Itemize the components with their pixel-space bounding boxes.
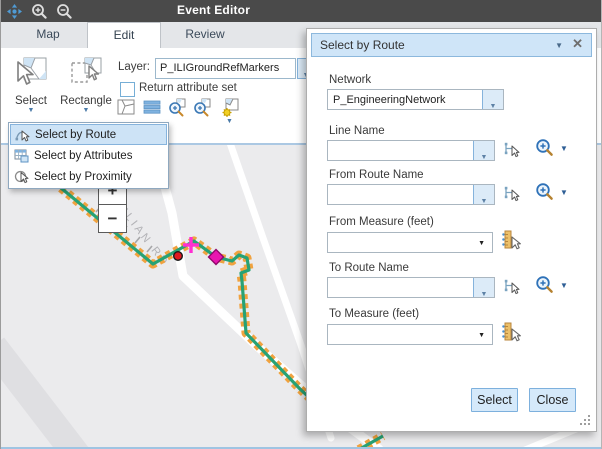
from-measure-label: From Measure (feet) [329,216,434,228]
selection-options-icon[interactable] [220,97,240,117]
select-tool-button[interactable]: Select ▼ [9,56,53,114]
select-tool-icon [14,56,48,90]
panel-collapse-icon[interactable]: ▼ [555,41,563,50]
chevron-down-icon: ▼ [490,103,497,110]
menu-item-label: Select by Attributes [34,150,132,162]
layer-dropdown[interactable]: P_ILIGroundRefMarkers [155,58,296,79]
zoom-to-selection-icon[interactable] [167,97,187,117]
from-route-select-on-map-icon[interactable] [504,185,521,202]
select-tool-caret-icon[interactable]: ▼ [9,107,53,114]
panel-close-icon[interactable]: ✕ [572,36,583,52]
layer-label: Layer: [118,61,150,73]
network-select[interactable]: P_EngineeringNetwork ▼ [327,89,504,110]
app-title: Event Editor [177,3,250,17]
menu-item-select-by-route[interactable]: Select by Route [10,124,167,145]
zoom-in-icon[interactable] [31,3,48,20]
pan-icon[interactable] [6,3,23,20]
menu-item-select-by-proximity[interactable]: Select by Proximity [10,166,167,187]
attribute-list-icon[interactable] [142,97,162,117]
from-measure-pick-icon[interactable] [502,230,522,250]
panel-resize-grip[interactable] [579,414,591,426]
select-dropdown-menu: Select by Route Select by Attributes Sel… [8,122,169,189]
select-by-proximity-icon [14,169,29,184]
line-name-zoom-caret-icon[interactable]: ▼ [560,144,568,153]
to-route-select-on-map-icon[interactable] [504,278,521,295]
line-name-label: Line Name [329,125,385,137]
chevron-down-icon[interactable]: ▼ [478,332,485,339]
chevron-down-icon: ▼ [481,154,488,161]
select-tool-label: Select [9,95,53,107]
select-by-attributes-icon [14,148,29,163]
return-attribute-checkbox[interactable] [120,82,135,97]
from-route-zoom-caret-icon[interactable]: ▼ [560,188,568,197]
network-select-arrow-button[interactable]: ▼ [482,90,503,109]
red-point-marker[interactable] [174,252,183,261]
from-measure-combo[interactable]: ▼ [327,232,493,253]
network-select-value: P_EngineeringNetwork [333,94,446,106]
rectangle-tool-label: Rectangle [59,95,113,107]
select-by-route-icon [15,127,30,142]
from-route-select[interactable]: ▼ [327,184,495,205]
from-route-select-arrow-button[interactable]: ▼ [473,185,494,204]
chevron-down-icon: ▼ [481,198,488,205]
selection-options-caret-icon[interactable]: ▼ [226,118,233,125]
split-polygon-icon[interactable] [116,97,136,117]
map-zoom-out-button[interactable]: − [98,204,127,233]
select-by-route-panel: Select by Route ▼ ✕ Network P_Engineerin… [306,28,597,432]
menu-item-select-by-attributes[interactable]: Select by Attributes [10,145,167,166]
close-button[interactable]: Close [529,388,576,412]
panel-header[interactable]: Select by Route ▼ ✕ [311,33,592,57]
line-name-select-on-map-icon[interactable] [504,141,521,158]
event-editor-window: ILIAN RD + − [0,0,602,449]
line-name-select[interactable]: ▼ [327,140,495,161]
to-measure-pick-icon[interactable] [502,322,522,342]
to-route-select[interactable]: ▼ [327,277,495,298]
to-route-zoom-caret-icon[interactable]: ▼ [560,281,568,290]
select-button[interactable]: Select [471,388,518,412]
return-attribute-label: Return attribute set [139,82,237,94]
to-measure-combo[interactable]: ▼ [327,324,493,345]
menu-item-label: Select by Proximity [34,171,132,183]
zoom-out-icon[interactable] [56,3,73,20]
zoom-to-selected-feature-icon[interactable] [192,97,212,117]
rectangle-tool-caret-icon[interactable]: ▼ [59,107,113,114]
rectangle-tool-icon [69,56,103,90]
to-route-select-arrow-button[interactable]: ▼ [473,278,494,297]
chevron-down-icon: ▼ [481,291,488,298]
line-name-zoom-icon[interactable] [535,138,554,157]
network-label: Network [329,74,371,86]
layer-dropdown-value: P_ILIGroundRefMarkers [160,62,279,74]
rectangle-tool-button[interactable]: Rectangle ▼ [59,56,113,114]
to-route-zoom-icon[interactable] [535,275,554,294]
tab-edit[interactable]: Edit [87,22,161,48]
title-bar: Event Editor [1,0,602,22]
to-measure-label: To Measure (feet) [329,308,419,320]
from-route-zoom-icon[interactable] [535,182,554,201]
panel-title: Select by Route [320,38,405,52]
menu-item-label: Select by Route [35,129,116,141]
line-name-select-arrow-button[interactable]: ▼ [473,141,494,160]
from-route-label: From Route Name [329,169,424,181]
chevron-down-icon[interactable]: ▼ [478,240,485,247]
tab-review[interactable]: Review [161,22,249,47]
to-route-label: To Route Name [329,262,409,274]
tab-map[interactable]: Map [9,22,87,47]
